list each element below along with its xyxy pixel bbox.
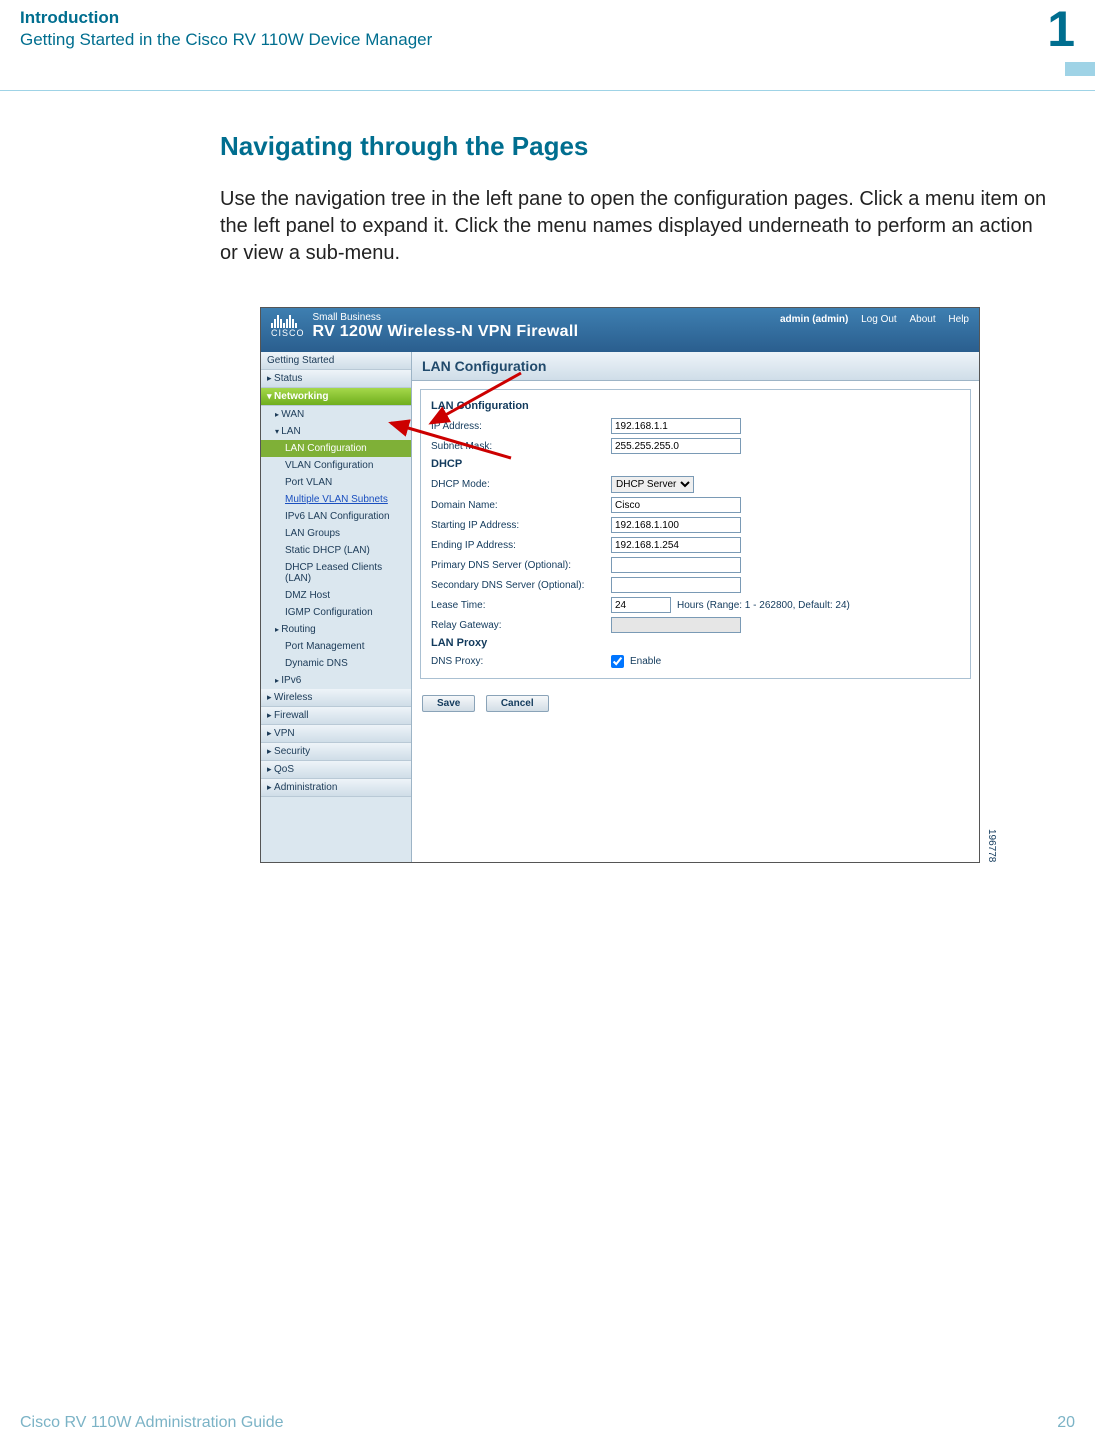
domain-name-input[interactable] bbox=[611, 497, 741, 513]
nav-wan[interactable]: WAN bbox=[261, 406, 411, 423]
relay-gateway-label: Relay Gateway: bbox=[431, 620, 611, 631]
nav-dhcp-leased-clients[interactable]: DHCP Leased Clients (LAN) bbox=[261, 559, 411, 587]
brand-small: Small Business bbox=[313, 312, 579, 323]
nav-vlan-configuration[interactable]: VLAN Configuration bbox=[261, 457, 411, 474]
nav-security[interactable]: Security bbox=[261, 743, 411, 761]
cisco-logo-icon bbox=[271, 314, 305, 328]
page-title: LAN Configuration bbox=[412, 352, 979, 381]
save-button[interactable]: Save bbox=[422, 695, 475, 712]
nav-dmz-host[interactable]: DMZ Host bbox=[261, 587, 411, 604]
group-lan-config: LAN Configuration bbox=[431, 400, 960, 412]
ending-ip-input[interactable] bbox=[611, 537, 741, 553]
nav-port-management[interactable]: Port Management bbox=[261, 638, 411, 655]
nav-igmp-config[interactable]: IGMP Configuration bbox=[261, 604, 411, 621]
ending-ip-label: Ending IP Address: bbox=[431, 540, 611, 551]
secondary-dns-input[interactable] bbox=[611, 577, 741, 593]
nav-firewall[interactable]: Firewall bbox=[261, 707, 411, 725]
nav-routing[interactable]: Routing bbox=[261, 621, 411, 638]
lease-time-hint: Hours (Range: 1 - 262800, Default: 24) bbox=[677, 600, 850, 611]
group-dhcp: DHCP bbox=[431, 458, 960, 470]
dns-proxy-enable-label: Enable bbox=[630, 656, 661, 667]
dhcp-mode-label: DHCP Mode: bbox=[431, 479, 611, 490]
admin-user-label: admin (admin) bbox=[780, 314, 848, 325]
section-title: Navigating through the Pages bbox=[220, 131, 1055, 162]
header-title: Introduction bbox=[20, 8, 1075, 28]
nav-qos[interactable]: QoS bbox=[261, 761, 411, 779]
header-subtitle: Getting Started in the Cisco RV 110W Dev… bbox=[20, 30, 1075, 50]
cisco-wordmark: CISCO bbox=[271, 328, 305, 338]
dns-proxy-label: DNS Proxy: bbox=[431, 656, 611, 667]
nav-static-dhcp[interactable]: Static DHCP (LAN) bbox=[261, 542, 411, 559]
domain-name-label: Domain Name: bbox=[431, 500, 611, 511]
nav-lan-configuration[interactable]: LAN Configuration bbox=[261, 440, 411, 457]
nav-status[interactable]: Status bbox=[261, 370, 411, 388]
lease-time-label: Lease Time: bbox=[431, 600, 611, 611]
nav-ipv6[interactable]: IPv6 bbox=[261, 672, 411, 689]
lease-time-input[interactable] bbox=[611, 597, 671, 613]
subnet-mask-label: Subnet Mask: bbox=[431, 441, 611, 452]
screenshot-figure: CISCO Small Business RV 120W Wireless-N … bbox=[260, 307, 980, 863]
nav-dynamic-dns[interactable]: Dynamic DNS bbox=[261, 655, 411, 672]
nav-tree: Getting Started Status Networking WAN LA… bbox=[261, 352, 411, 862]
logout-link[interactable]: Log Out bbox=[861, 314, 897, 325]
subnet-mask-input[interactable] bbox=[611, 438, 741, 454]
nav-networking[interactable]: Networking bbox=[261, 388, 411, 406]
relay-gateway-input bbox=[611, 617, 741, 633]
nav-multiple-vlan-subnets[interactable]: Multiple VLAN Subnets bbox=[261, 491, 411, 508]
brand-product: RV 120W Wireless-N VPN Firewall bbox=[313, 323, 579, 341]
help-link[interactable]: Help bbox=[948, 314, 969, 325]
nav-port-vlan[interactable]: Port VLAN bbox=[261, 474, 411, 491]
section-body: Use the navigation tree in the left pane… bbox=[220, 186, 1055, 267]
figure-id: 196778 bbox=[986, 829, 997, 862]
nav-lan-groups[interactable]: LAN Groups bbox=[261, 525, 411, 542]
nav-lan[interactable]: LAN bbox=[261, 423, 411, 440]
nav-getting-started[interactable]: Getting Started bbox=[261, 352, 411, 370]
about-link[interactable]: About bbox=[910, 314, 936, 325]
ip-address-label: IP Address: bbox=[431, 421, 611, 432]
dhcp-mode-select[interactable]: DHCP Server bbox=[611, 476, 694, 493]
ip-address-input[interactable] bbox=[611, 418, 741, 434]
group-lan-proxy: LAN Proxy bbox=[431, 637, 960, 649]
starting-ip-label: Starting IP Address: bbox=[431, 520, 611, 531]
primary-dns-label: Primary DNS Server (Optional): bbox=[431, 560, 611, 571]
primary-dns-input[interactable] bbox=[611, 557, 741, 573]
app-header: CISCO Small Business RV 120W Wireless-N … bbox=[261, 308, 979, 352]
nav-administration[interactable]: Administration bbox=[261, 779, 411, 797]
footer-page-number: 20 bbox=[1057, 1414, 1075, 1432]
dns-proxy-checkbox[interactable] bbox=[611, 655, 624, 668]
nav-wireless[interactable]: Wireless bbox=[261, 689, 411, 707]
chapter-number: 1 bbox=[1047, 0, 1075, 58]
footer-guide: Cisco RV 110W Administration Guide bbox=[20, 1414, 284, 1432]
nav-ipv6-lan-config[interactable]: IPv6 LAN Configuration bbox=[261, 508, 411, 525]
chapter-accent-bar bbox=[1065, 62, 1095, 76]
cancel-button[interactable]: Cancel bbox=[486, 695, 549, 712]
starting-ip-input[interactable] bbox=[611, 517, 741, 533]
nav-vpn[interactable]: VPN bbox=[261, 725, 411, 743]
secondary-dns-label: Secondary DNS Server (Optional): bbox=[431, 580, 611, 591]
